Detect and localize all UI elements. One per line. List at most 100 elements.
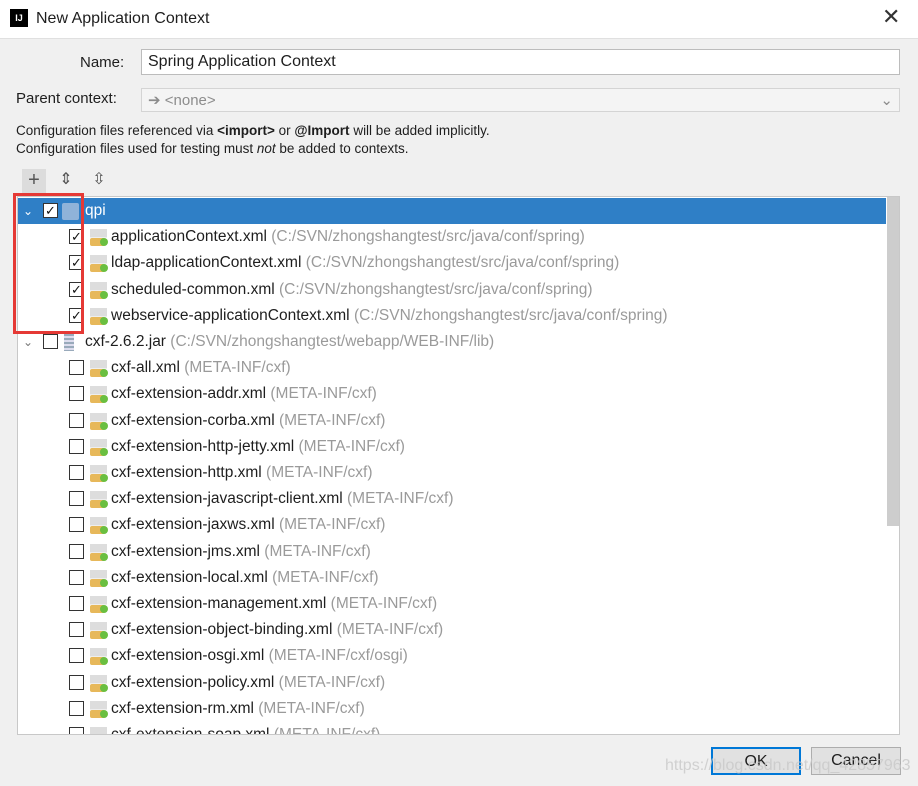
collapse-all-icon[interactable]: ⇳	[87, 169, 111, 193]
file-name: cxf-extension-soap.xml (META-INF/cxf)	[111, 722, 380, 734]
checkbox[interactable]	[69, 412, 84, 428]
checkbox[interactable]	[69, 386, 84, 402]
tree-row[interactable]: ⌄ ✓ qpi	[18, 198, 886, 224]
file-path: (META-INF/cxf)	[179, 359, 291, 377]
jar-icon	[64, 334, 74, 351]
spring-xml-icon	[90, 648, 108, 666]
parent-context-value: <none>	[164, 92, 216, 109]
tree-row[interactable]: cxf-all.xml (META-INF/cxf)	[18, 355, 886, 381]
spring-xml-icon	[90, 491, 108, 509]
file-name: cxf-extension-corba.xml (META-INF/cxf)	[111, 411, 386, 429]
checkbox[interactable]	[69, 517, 84, 533]
file-path: (C:/SVN/zhongshangtest/src/java/conf/spr…	[274, 280, 593, 298]
checkbox[interactable]	[69, 727, 84, 734]
tree-scrollbar[interactable]	[887, 197, 899, 526]
spring-xml-icon	[90, 596, 108, 613]
spring-xml-icon	[90, 412, 108, 430]
spring-xml-icon	[90, 307, 108, 325]
spring-xml-icon	[90, 465, 108, 482]
expand-all-icon[interactable]: ⇕	[54, 169, 78, 193]
file-path: (META-INF/cxf)	[326, 595, 438, 612]
file-path: (META-INF/cxf/osgi)	[264, 647, 408, 665]
checkbox[interactable]	[69, 674, 84, 690]
file-path: (META-INF/cxf)	[294, 437, 405, 455]
tree-row[interactable]: cxf-extension-local.xml (META-INF/cxf)	[18, 565, 886, 591]
file-path: (C:/SVN/zhongshangtest/src/java/conf/spr…	[266, 228, 585, 246]
spring-xml-icon	[90, 543, 108, 561]
spring-xml-icon	[90, 569, 108, 587]
file-name: applicationContext.xml (C:/SVN/zhongshan…	[111, 228, 585, 246]
tree-row[interactable]: ✓ ldap-applicationContext.xml (C:/SVN/zho…	[18, 250, 886, 276]
checkbox[interactable]	[69, 648, 84, 664]
checkbox[interactable]	[69, 596, 84, 611]
file-name: cxf-extension-jaxws.xml (META-INF/cxf)	[111, 516, 386, 534]
checkbox[interactable]	[43, 334, 58, 349]
checkbox[interactable]	[69, 491, 84, 507]
file-path: (C:/SVN/zhongshangtest/src/java/conf/spr…	[349, 306, 668, 324]
spring-xml-icon	[90, 622, 108, 640]
tree-row[interactable]: cxf-extension-jaxws.xml (META-INF/cxf)	[18, 512, 886, 538]
file-name: cxf-extension-jms.xml (META-INF/cxf)	[111, 542, 371, 560]
parent-context-select[interactable]: ➔ <none> ⌄	[141, 88, 900, 112]
spring-xml-icon	[90, 674, 108, 692]
info-line-1: Configuration files referenced via <impo…	[16, 123, 490, 138]
close-icon[interactable]: ✕	[882, 4, 900, 30]
tree-row[interactable]: cxf-extension-jms.xml (META-INF/cxf)	[18, 539, 886, 565]
window-title: New Application Context	[36, 10, 210, 27]
tree-row[interactable]: cxf-extension-object-binding.xml (META-I…	[18, 617, 886, 643]
checkbox[interactable]	[69, 569, 84, 585]
checkbox[interactable]	[69, 465, 84, 480]
file-name: cxf-all.xml (META-INF/cxf)	[111, 359, 291, 377]
tree-row[interactable]: cxf-extension-corba.xml (META-INF/cxf)	[18, 408, 886, 434]
file-path: (META-INF/cxf)	[261, 464, 373, 481]
tree-row[interactable]: ⌄ cxf-2.6.2.jar (C:/SVN/zhongshangtest/we…	[18, 329, 886, 355]
file-tree[interactable]: ⌄ ✓ qpi ✓ applicationContext.xml (C:/SVN/zho…	[17, 196, 900, 735]
tree-row[interactable]: ✓ scheduled-common.xml (C:/SVN/zhongshang…	[18, 277, 886, 303]
file-name: scheduled-common.xml (C:/SVN/zhongshangt…	[111, 280, 593, 298]
file-name: qpi	[85, 202, 106, 219]
spring-xml-icon	[90, 438, 108, 456]
watermark: https://blog.csdn.net/qq_42857963	[665, 757, 911, 774]
parent-context-label: Parent context:	[16, 90, 117, 107]
checkbox[interactable]	[69, 543, 84, 559]
intellij-logo-icon: IJ	[10, 9, 28, 27]
tree-row[interactable]: cxf-extension-http-jetty.xml (META-INF/c…	[18, 434, 886, 460]
file-name: cxf-extension-local.xml (META-INF/cxf)	[111, 568, 379, 586]
file-name: cxf-extension-addr.xml (META-INF/cxf)	[111, 385, 377, 403]
tree-row[interactable]: cxf-extension-management.xml (META-INF/c…	[18, 591, 886, 617]
file-path: (META-INF/cxf)	[274, 411, 386, 429]
spring-xml-icon	[90, 727, 107, 734]
tree-row[interactable]: cxf-extension-osgi.xml (META-INF/cxf/osg…	[18, 643, 886, 669]
tree-row[interactable]: cxf-extension-policy.xml (META-INF/cxf)	[18, 670, 886, 696]
file-path: (C:/SVN/zhongshangtest/src/java/conf/spr…	[301, 254, 620, 272]
file-path: (META-INF/cxf)	[260, 542, 371, 560]
checkbox[interactable]	[69, 360, 84, 376]
chevron-down-icon: ⌄	[880, 92, 893, 109]
file-name: ldap-applicationContext.xml (C:/SVN/zhon…	[111, 254, 620, 272]
tree-row[interactable]: ✓ applicationContext.xml (C:/SVN/zhongsha…	[18, 224, 886, 250]
file-name: cxf-extension-javascript-client.xml (MET…	[111, 490, 454, 508]
tree-row[interactable]: cxf-extension-soap.xml (META-INF/cxf)	[18, 722, 886, 734]
info-line-2: Configuration files used for testing mus…	[16, 141, 409, 156]
spring-xml-icon	[90, 517, 108, 535]
spring-xml-icon	[90, 386, 108, 404]
tree-row[interactable]: cxf-extension-rm.xml (META-INF/cxf)	[18, 696, 886, 722]
file-path: (META-INF/cxf)	[253, 699, 365, 717]
file-path: (META-INF/cxf)	[332, 621, 444, 639]
checkbox[interactable]	[69, 700, 84, 716]
tree-row[interactable]: cxf-extension-http.xml (META-INF/cxf)	[18, 460, 886, 486]
add-button[interactable]: +	[22, 169, 46, 193]
spring-xml-icon	[90, 229, 108, 247]
checkbox[interactable]	[69, 622, 84, 638]
tree-row[interactable]: ✓ webservice-applicationContext.xml (C:/S…	[18, 303, 886, 329]
file-name: cxf-extension-object-binding.xml (META-I…	[111, 621, 444, 639]
file-name: cxf-extension-policy.xml (META-INF/cxf)	[111, 673, 386, 691]
name-input[interactable]: Spring Application Context	[141, 49, 900, 75]
tree-row[interactable]: cxf-extension-javascript-client.xml (MET…	[18, 486, 886, 512]
name-label: Name:	[80, 54, 125, 71]
tree-row[interactable]: cxf-extension-addr.xml (META-INF/cxf)	[18, 381, 886, 407]
checkbox[interactable]	[69, 438, 84, 454]
highlight-annotation-box	[13, 193, 84, 334]
file-name: cxf-extension-http.xml (META-INF/cxf)	[111, 464, 373, 481]
title-bar: IJ New Application Context ✕	[0, 0, 918, 39]
